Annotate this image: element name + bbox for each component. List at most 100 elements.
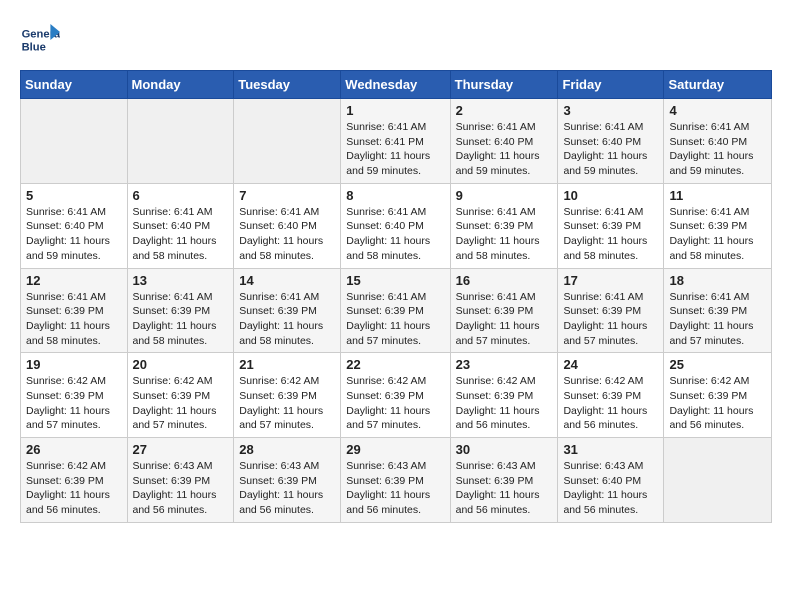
- day-info: Sunrise: 6:42 AM Sunset: 6:39 PM Dayligh…: [563, 374, 658, 433]
- calendar-cell: 6Sunrise: 6:41 AM Sunset: 6:40 PM Daylig…: [127, 183, 234, 268]
- calendar-cell: 15 Sunrise: 6:41 AM Sunset: 6:39 PM Dayli…: [341, 268, 450, 353]
- day-number: 28: [239, 442, 335, 457]
- day-number: 9: [456, 188, 553, 203]
- day-number: 30: [456, 442, 553, 457]
- calendar-cell: 29 Sunrise: 6:43 AM Sunset: 6:39 PM Dayli…: [341, 438, 450, 523]
- day-info: Sunrise: 6:41 AM Sunset: 6:39 PM Dayligh…: [346, 290, 444, 349]
- day-number: 1: [346, 103, 444, 118]
- calendar-cell: 16 Sunrise: 6:41 AM Sunset: 6:39 PM Dayli…: [450, 268, 558, 353]
- calendar-cell: 21Sunrise: 6:42 AM Sunset: 6:39 PM Dayli…: [234, 353, 341, 438]
- day-number: 3: [563, 103, 658, 118]
- day-info: Sunrise: 6:43 AM Sunset: 6:39 PM Dayligh…: [456, 459, 553, 518]
- calendar-cell: 19 Sunrise: 6:42 AM Sunset: 6:39 PM Dayli…: [21, 353, 128, 438]
- day-header-sunday: Sunday: [21, 71, 128, 99]
- calendar-cell: [21, 99, 128, 184]
- day-info: Sunrise: 6:43 AM Sunset: 6:39 PM Dayligh…: [346, 459, 444, 518]
- day-info: Sunrise: 6:42 AM Sunset: 6:39 PM Dayligh…: [239, 374, 335, 433]
- day-header-monday: Monday: [127, 71, 234, 99]
- day-info: Sunrise: 6:42 AM Sunset: 6:39 PM Dayligh…: [669, 374, 766, 433]
- day-info: Sunrise: 6:41 AM Sunset: 6:39 PM Dayligh…: [563, 290, 658, 349]
- day-number: 22: [346, 357, 444, 372]
- day-number: 6: [133, 188, 229, 203]
- day-number: 2: [456, 103, 553, 118]
- day-number: 5: [26, 188, 122, 203]
- calendar-cell: 13Sunrise: 6:41 AM Sunset: 6:39 PM Dayli…: [127, 268, 234, 353]
- calendar-week-row: 12 Sunrise: 6:41 AM Sunset: 6:39 PM Dayli…: [21, 268, 772, 353]
- calendar-header: SundayMondayTuesdayWednesdayThursdayFrid…: [21, 71, 772, 99]
- day-info: Sunrise: 6:41 AM Sunset: 6:39 PM Dayligh…: [456, 205, 553, 264]
- calendar-cell: 9 Sunrise: 6:41 AM Sunset: 6:39 PM Daylig…: [450, 183, 558, 268]
- day-info: Sunrise: 6:42 AM Sunset: 6:39 PM Dayligh…: [26, 374, 122, 433]
- day-number: 16: [456, 273, 553, 288]
- day-number: 11: [669, 188, 766, 203]
- calendar-cell: 25 Sunrise: 6:42 AM Sunset: 6:39 PM Dayli…: [664, 353, 772, 438]
- day-info: Sunrise: 6:42 AM Sunset: 6:39 PM Dayligh…: [456, 374, 553, 433]
- day-info: Sunrise: 6:41 AM Sunset: 6:40 PM Dayligh…: [669, 120, 766, 179]
- calendar-cell: 28Sunrise: 6:43 AM Sunset: 6:39 PM Dayli…: [234, 438, 341, 523]
- day-info: Sunrise: 6:41 AM Sunset: 6:39 PM Dayligh…: [239, 290, 335, 349]
- day-number: 14: [239, 273, 335, 288]
- logo: General Blue: [20, 20, 64, 60]
- day-number: 7: [239, 188, 335, 203]
- day-number: 29: [346, 442, 444, 457]
- day-info: Sunrise: 6:42 AM Sunset: 6:39 PM Dayligh…: [346, 374, 444, 433]
- calendar-cell: 10 Sunrise: 6:41 AM Sunset: 6:39 PM Dayli…: [558, 183, 664, 268]
- day-number: 23: [456, 357, 553, 372]
- calendar-cell: 11 Sunrise: 6:41 AM Sunset: 6:39 PM Dayli…: [664, 183, 772, 268]
- day-info: Sunrise: 6:43 AM Sunset: 6:40 PM Dayligh…: [563, 459, 658, 518]
- calendar-cell: 14 Sunrise: 6:41 AM Sunset: 6:39 PM Dayli…: [234, 268, 341, 353]
- calendar-cell: 22 Sunrise: 6:42 AM Sunset: 6:39 PM Dayli…: [341, 353, 450, 438]
- day-number: 20: [133, 357, 229, 372]
- day-header-saturday: Saturday: [664, 71, 772, 99]
- calendar-cell: [127, 99, 234, 184]
- page-header: General Blue: [20, 20, 772, 60]
- calendar-cell: 26Sunrise: 6:42 AM Sunset: 6:39 PM Dayli…: [21, 438, 128, 523]
- day-info: Sunrise: 6:41 AM Sunset: 6:39 PM Dayligh…: [563, 205, 658, 264]
- calendar-cell: 23 Sunrise: 6:42 AM Sunset: 6:39 PM Dayli…: [450, 353, 558, 438]
- calendar-cell: 31 Sunrise: 6:43 AM Sunset: 6:40 PM Dayli…: [558, 438, 664, 523]
- calendar-cell: 4Sunrise: 6:41 AM Sunset: 6:40 PM Daylig…: [664, 99, 772, 184]
- day-info: Sunrise: 6:41 AM Sunset: 6:40 PM Dayligh…: [563, 120, 658, 179]
- day-number: 25: [669, 357, 766, 372]
- day-info: Sunrise: 6:41 AM Sunset: 6:41 PM Dayligh…: [346, 120, 444, 179]
- calendar-cell: 24Sunrise: 6:42 AM Sunset: 6:39 PM Dayli…: [558, 353, 664, 438]
- day-info: Sunrise: 6:41 AM Sunset: 6:39 PM Dayligh…: [669, 290, 766, 349]
- day-info: Sunrise: 6:41 AM Sunset: 6:39 PM Dayligh…: [456, 290, 553, 349]
- day-number: 27: [133, 442, 229, 457]
- calendar-cell: 27 Sunrise: 6:43 AM Sunset: 6:39 PM Dayli…: [127, 438, 234, 523]
- day-number: 15: [346, 273, 444, 288]
- day-number: 13: [133, 273, 229, 288]
- day-info: Sunrise: 6:41 AM Sunset: 6:39 PM Dayligh…: [669, 205, 766, 264]
- calendar-cell: 7 Sunrise: 6:41 AM Sunset: 6:40 PM Daylig…: [234, 183, 341, 268]
- day-number: 19: [26, 357, 122, 372]
- calendar-cell: 1 Sunrise: 6:41 AM Sunset: 6:41 PM Daylig…: [341, 99, 450, 184]
- calendar-cell: 3 Sunrise: 6:41 AM Sunset: 6:40 PM Daylig…: [558, 99, 664, 184]
- day-info: Sunrise: 6:42 AM Sunset: 6:39 PM Dayligh…: [133, 374, 229, 433]
- day-header-tuesday: Tuesday: [234, 71, 341, 99]
- calendar-body: 1 Sunrise: 6:41 AM Sunset: 6:41 PM Daylig…: [21, 99, 772, 523]
- calendar-week-row: 1 Sunrise: 6:41 AM Sunset: 6:41 PM Daylig…: [21, 99, 772, 184]
- calendar-cell: 30 Sunrise: 6:43 AM Sunset: 6:39 PM Dayli…: [450, 438, 558, 523]
- svg-text:Blue: Blue: [22, 41, 46, 53]
- day-number: 12: [26, 273, 122, 288]
- day-info: Sunrise: 6:43 AM Sunset: 6:39 PM Dayligh…: [133, 459, 229, 518]
- day-number: 8: [346, 188, 444, 203]
- day-header-friday: Friday: [558, 71, 664, 99]
- calendar-cell: 12Sunrise: 6:41 AM Sunset: 6:39 PM Dayli…: [21, 268, 128, 353]
- calendar-week-row: 19 Sunrise: 6:42 AM Sunset: 6:39 PM Dayli…: [21, 353, 772, 438]
- calendar-week-row: 26Sunrise: 6:42 AM Sunset: 6:39 PM Dayli…: [21, 438, 772, 523]
- day-number: 31: [563, 442, 658, 457]
- calendar-cell: 20 Sunrise: 6:42 AM Sunset: 6:39 PM Dayli…: [127, 353, 234, 438]
- logo-icon: General Blue: [20, 20, 60, 60]
- calendar-cell: [664, 438, 772, 523]
- calendar-cell: 17Sunrise: 6:41 AM Sunset: 6:39 PM Dayli…: [558, 268, 664, 353]
- day-number: 10: [563, 188, 658, 203]
- calendar-cell: [234, 99, 341, 184]
- calendar-cell: 18Sunrise: 6:41 AM Sunset: 6:39 PM Dayli…: [664, 268, 772, 353]
- day-header-thursday: Thursday: [450, 71, 558, 99]
- day-info: Sunrise: 6:41 AM Sunset: 6:40 PM Dayligh…: [239, 205, 335, 264]
- calendar-cell: 5Sunrise: 6:41 AM Sunset: 6:40 PM Daylig…: [21, 183, 128, 268]
- day-info: Sunrise: 6:41 AM Sunset: 6:40 PM Dayligh…: [346, 205, 444, 264]
- day-info: Sunrise: 6:42 AM Sunset: 6:39 PM Dayligh…: [26, 459, 122, 518]
- calendar-table: SundayMondayTuesdayWednesdayThursdayFrid…: [20, 70, 772, 523]
